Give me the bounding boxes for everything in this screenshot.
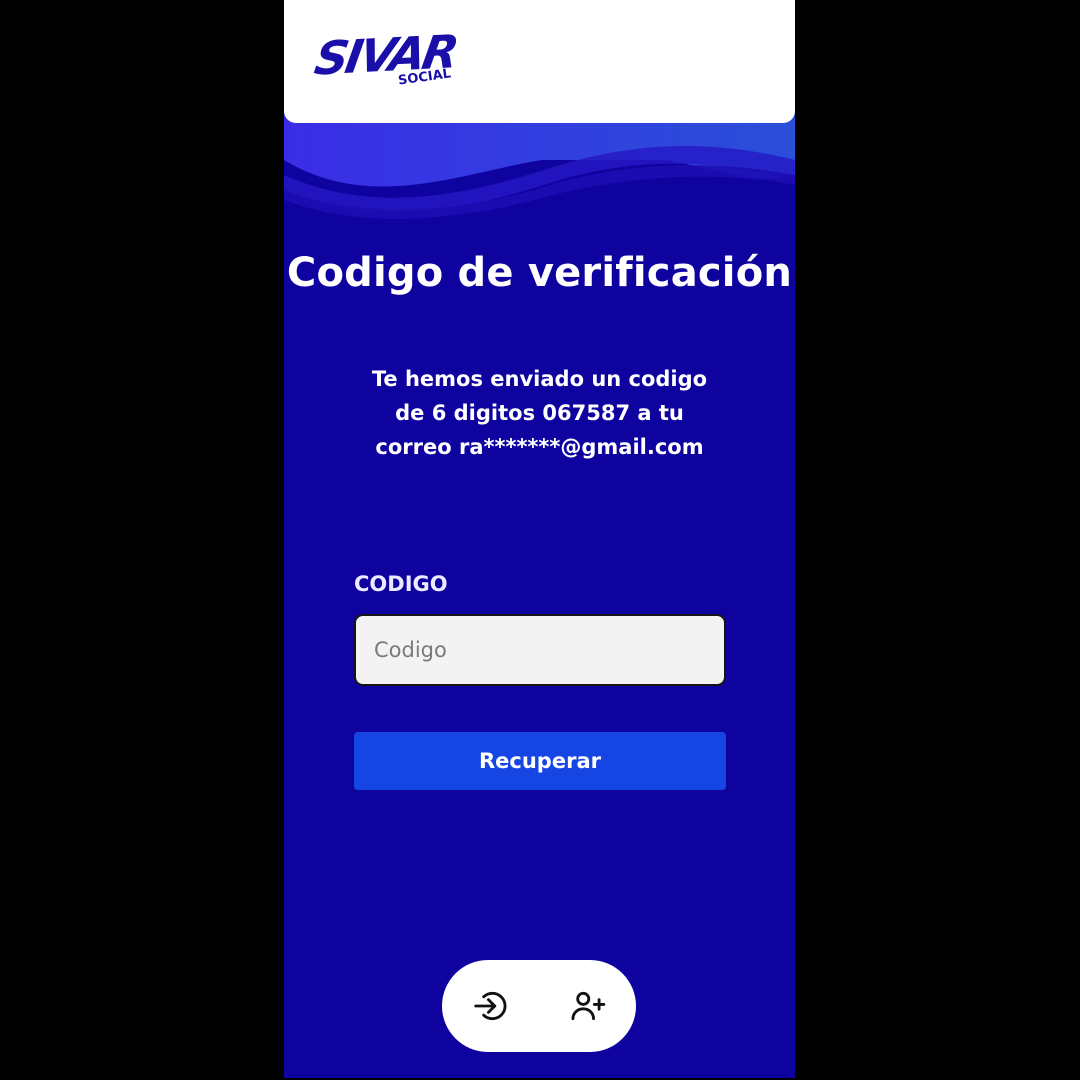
recover-button[interactable]: Recuperar xyxy=(354,732,726,790)
app-screen: SIVAR SOCIAL Codigo de verificación Te h… xyxy=(284,0,795,1078)
verification-message: Te hemos enviado un codigo de 6 digitos … xyxy=(364,362,715,464)
login-arrow-icon xyxy=(474,991,507,1021)
code-label: CODIGO xyxy=(354,572,448,596)
user-plus-icon xyxy=(571,991,606,1021)
app-header: SIVAR SOCIAL xyxy=(284,0,795,123)
message-line: Te hemos enviado un codigo xyxy=(371,367,708,391)
bottom-nav xyxy=(442,960,636,1052)
sivar-social-logo[interactable]: SIVAR SOCIAL xyxy=(306,24,466,98)
register-nav-button[interactable] xyxy=(566,984,610,1028)
code-input[interactable] xyxy=(354,614,726,686)
login-nav-button[interactable] xyxy=(468,984,512,1028)
message-line: correo ra*******@gmail.com xyxy=(375,435,704,459)
message-line: de 6 digitos 067587 a tu xyxy=(395,401,684,425)
page-title: Codigo de verificación xyxy=(286,250,793,296)
